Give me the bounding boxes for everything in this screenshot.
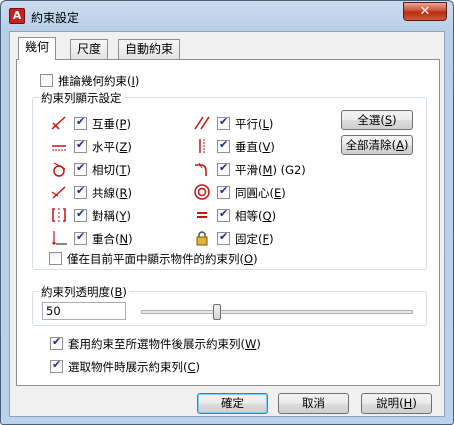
infer-constraints-checkbox[interactable] [40,74,53,87]
autocad-app-icon: A [9,8,25,24]
parallel-checkbox[interactable] [217,115,230,130]
smooth-icon [195,162,207,176]
horizontal-checkbox[interactable] [74,138,87,153]
cancel-button[interactable]: 取消 [278,393,349,414]
horizontal-label[interactable]: 水平(Z) [92,139,132,155]
show-on-select-label[interactable]: 選取物件時展示約束列(C) [68,359,200,375]
help-button[interactable]: 說明(H) [361,393,432,414]
concentric-checkbox[interactable] [217,184,230,199]
symmetric-checkbox[interactable] [74,207,87,222]
vertical-checkbox[interactable] [217,138,230,153]
title-bar[interactable]: A 約束設定 ✕ [1,1,453,31]
clear-all-button[interactable]: 全部清除(A) [341,135,413,155]
perpendicular-label[interactable]: 互垂(P) [92,116,131,132]
ok-button[interactable]: 確定 [197,393,268,414]
window-title: 約束設定 [31,11,80,25]
perpendicular-checkbox[interactable] [74,115,87,130]
fix-checkbox[interactable] [217,230,230,245]
vertical-label[interactable]: 垂直(V) [235,139,275,155]
concentric-icon [194,184,210,200]
close-button[interactable]: ✕ [403,2,447,21]
symmetric-label[interactable]: 對稱(Y) [92,208,131,224]
parallel-icon [194,116,210,130]
equal-label[interactable]: 相等(Q) [235,208,276,224]
transparency-slider-track[interactable] [141,310,413,314]
symmetric-icon [52,208,66,222]
coincident-label[interactable]: 重合(N) [92,231,133,247]
tab-geometric[interactable]: 幾何 [18,37,57,60]
current-plane-only-label[interactable]: 僅在目前平面中顯示物件的約束列(O) [67,251,258,267]
infer-constraints-label[interactable]: 推論幾何約束(I) [58,73,139,89]
tab-dimensional[interactable]: 尺度 [70,39,109,59]
coincident-icon [52,231,67,245]
perpendicular-icon [51,116,66,130]
fix-label[interactable]: 固定(F) [235,231,274,247]
show-after-apply-checkbox[interactable] [50,335,63,350]
tangent-checkbox[interactable] [74,161,87,176]
show-on-select-checkbox[interactable] [50,358,63,373]
transparency-value-input[interactable]: 50 [42,302,126,320]
dialog-client: 幾何 尺度 自動約束 推論幾何約束(I) 約束列顯示設定 ✔ 互垂(P) ✔ 水… [9,31,445,417]
tangent-icon [53,162,66,177]
dialog-window: A 約束設定 ✕ 幾何 尺度 自動約束 推論幾何約束(I) 約束列顯示設定 ✔ … [0,0,454,425]
fix-lock-icon [196,231,208,246]
smooth-label[interactable]: 平滑(M) (G2) [235,162,306,178]
equal-checkbox[interactable] [217,207,230,222]
vertical-icon [199,139,205,153]
collinear-label[interactable]: 共線(R) [92,185,132,201]
geometric-tab-panel: 推論幾何約束(I) 約束列顯示設定 ✔ 互垂(P) ✔ 水平(Z) ✔ 相切(T… [16,59,440,386]
select-all-button[interactable]: 全選(S) [341,110,413,130]
show-after-apply-label[interactable]: 套用約束至所選物件後展示約束列(W) [68,336,261,352]
collinear-checkbox[interactable] [74,184,87,199]
parallel-label[interactable]: 平行(L) [235,116,273,132]
collinear-icon [51,186,66,199]
coincident-checkbox[interactable] [74,230,87,245]
transparency-slider-thumb[interactable] [213,304,221,320]
constraint-bar-settings-title: 約束列顯示設定 [39,90,124,106]
tangent-label[interactable]: 相切(T) [92,162,131,178]
smooth-checkbox[interactable] [217,161,230,176]
tab-autoconstrain[interactable]: 自動約束 [118,39,181,59]
equal-icon [197,212,207,218]
concentric-label[interactable]: 同圓心(E) [235,185,286,201]
horizontal-icon [52,145,66,151]
current-plane-only-checkbox[interactable] [49,252,62,265]
transparency-title: 約束列透明度(B) [39,284,129,300]
